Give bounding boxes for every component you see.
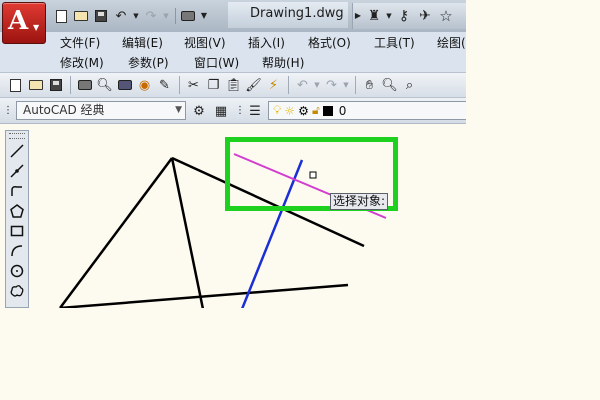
workspace-settings-icon[interactable]: ⚙ bbox=[190, 102, 208, 120]
document-title: Drawing1.dwg bbox=[250, 6, 344, 21]
separator bbox=[355, 76, 356, 94]
info-center-expand-icon[interactable]: ▶ bbox=[353, 6, 363, 26]
redo-dropdown-icon[interactable]: ▼ bbox=[342, 76, 350, 95]
arc-tool-icon[interactable] bbox=[6, 241, 28, 261]
viewport-freeze-icon: ⚙ bbox=[298, 103, 309, 118]
polygon-tool-icon[interactable] bbox=[6, 201, 28, 221]
select-objects-tooltip: 选择对象: bbox=[330, 193, 389, 210]
menu-row-2: 修改(M) 参数(P) 窗口(W) 帮助(H) bbox=[60, 54, 304, 71]
rectangle-tool-icon[interactable] bbox=[6, 221, 28, 241]
application-menu-button[interactable]: A ▼ bbox=[2, 2, 46, 44]
color-swatch-icon bbox=[322, 105, 333, 116]
cut-icon[interactable]: ✂ bbox=[184, 76, 203, 95]
redo-icon[interactable]: ↷ bbox=[142, 7, 160, 25]
block-editor-icon[interactable]: ⚡ bbox=[264, 76, 283, 95]
layer-dropdown[interactable]: 💡︎ ☼ ⚙ 🔓︎ 0 bbox=[268, 101, 466, 120]
print-preview-icon[interactable]: 🔍︎ bbox=[95, 76, 114, 95]
redo-icon[interactable]: ↷ bbox=[322, 76, 341, 95]
print-icon[interactable] bbox=[75, 76, 94, 95]
construction-line-tool-icon[interactable] bbox=[6, 161, 28, 181]
chevron-down-icon: ▼ bbox=[175, 105, 182, 115]
new-doc-icon[interactable] bbox=[6, 76, 25, 95]
workspace-dropdown[interactable]: AutoCAD 经典 ▼ bbox=[16, 101, 186, 120]
menu-row-1: 文件(F) 编辑(E) 视图(V) 插入(I) 格式(O) 工具(T) 绘图( bbox=[60, 34, 466, 51]
undo-icon[interactable]: ↶ bbox=[293, 76, 312, 95]
copy-icon[interactable]: ❐ bbox=[204, 76, 223, 95]
autocad-window: ↶ ▼ ↷ ▼ ▼ Drawing1.dwg ▶ ♜ ▼ ⚷ ✈ ☆ A ▼ 文… bbox=[0, 0, 466, 308]
undo-icon[interactable]: ↶ bbox=[112, 7, 130, 25]
redo-dropdown-icon[interactable]: ▼ bbox=[162, 7, 170, 25]
sun-icon: ☼ bbox=[284, 103, 296, 118]
separator bbox=[179, 76, 180, 94]
print-icon[interactable] bbox=[179, 7, 197, 25]
new-doc-icon[interactable] bbox=[52, 7, 70, 25]
zoom-window-icon[interactable]: ⌕ bbox=[400, 76, 419, 95]
undo-dropdown-icon[interactable]: ▼ bbox=[313, 76, 321, 95]
menu-draw[interactable]: 绘图( bbox=[437, 34, 466, 51]
autocad-logo-letter: A bbox=[8, 6, 29, 36]
draw-toolbar bbox=[5, 130, 29, 308]
layer-name: 0 bbox=[338, 103, 347, 118]
markup-icon[interactable]: ✎ bbox=[155, 76, 174, 95]
layer-properties-icon[interactable]: ☰ bbox=[246, 102, 264, 120]
workspace-layers-toolbar: ⋮ AutoCAD 经典 ▼ ⚙ ▦ ⋮ ☰ 💡︎ ☼ ⚙ 🔓︎ 0 bbox=[0, 98, 466, 124]
menu-view[interactable]: 视图(V) bbox=[184, 34, 248, 51]
paste-icon[interactable]: 📋︎ bbox=[224, 76, 243, 95]
separator bbox=[70, 76, 71, 94]
toolbar-grip[interactable] bbox=[9, 133, 25, 139]
circle-tool-icon[interactable] bbox=[6, 261, 28, 281]
zoom-icon[interactable]: 🔍︎ bbox=[380, 76, 399, 95]
save-icon[interactable] bbox=[46, 76, 65, 95]
lightbulb-icon: 💡︎ bbox=[273, 103, 282, 117]
publish-icon[interactable] bbox=[115, 76, 134, 95]
undo-dropdown-icon[interactable]: ▼ bbox=[132, 7, 140, 25]
drawing-line[interactable] bbox=[58, 157, 174, 308]
customize-dropdown-icon[interactable]: ▼ bbox=[199, 7, 209, 25]
toolbar-grip[interactable]: ⋮ bbox=[235, 102, 245, 120]
quick-access-toolbar: ↶ ▼ ↷ ▼ ▼ bbox=[52, 5, 211, 27]
standard-toolbar: 🔍︎ ◉ ✎ ✂ ❐ 📋︎ 🖌︎ ⚡ ↶ ▼ ↷ ▼ ✋︎ 🔍︎ ⌕ bbox=[0, 72, 466, 98]
menu-edit[interactable]: 编辑(E) bbox=[122, 34, 184, 51]
open-folder-icon[interactable] bbox=[72, 7, 90, 25]
workspace-save-icon[interactable]: ▦ bbox=[212, 102, 230, 120]
polyline-tool-icon[interactable] bbox=[6, 181, 28, 201]
3d-dwf-icon[interactable]: ◉ bbox=[135, 76, 154, 95]
menu-bar: 文件(F) 编辑(E) 视图(V) 插入(I) 格式(O) 工具(T) 绘图( … bbox=[0, 32, 466, 72]
match-properties-icon[interactable]: 🖌︎ bbox=[244, 76, 263, 95]
workspace-value: AutoCAD 经典 bbox=[23, 103, 105, 117]
key-icon[interactable]: ⚷ bbox=[394, 6, 414, 26]
open-folder-icon[interactable] bbox=[26, 76, 45, 95]
pan-icon[interactable]: ✋︎ bbox=[360, 76, 379, 95]
separator bbox=[288, 76, 289, 94]
star-icon[interactable]: ☆ bbox=[436, 6, 456, 26]
drawing-line[interactable] bbox=[59, 283, 349, 308]
revision-cloud-tool-icon[interactable] bbox=[6, 281, 28, 301]
menu-format[interactable]: 格式(O) bbox=[308, 34, 374, 51]
separator bbox=[175, 8, 176, 24]
save-icon[interactable] bbox=[92, 7, 110, 25]
search-dropdown-icon[interactable]: ▼ bbox=[385, 6, 393, 26]
menu-tools[interactable]: 工具(T) bbox=[374, 34, 437, 51]
satellite-icon[interactable]: ✈ bbox=[415, 6, 435, 26]
toolbar-grip[interactable]: ⋮ bbox=[3, 102, 13, 120]
menu-modify[interactable]: 修改(M) bbox=[60, 54, 128, 71]
menu-insert[interactable]: 插入(I) bbox=[248, 34, 308, 51]
binoculars-icon[interactable]: ♜ bbox=[364, 6, 384, 26]
info-center: ▶ ♜ ▼ ⚷ ✈ ☆ bbox=[352, 3, 466, 29]
title-bar: ↶ ▼ ↷ ▼ ▼ Drawing1.dwg ▶ ♜ ▼ ⚷ ✈ ☆ bbox=[0, 0, 466, 32]
chevron-down-icon: ▼ bbox=[33, 23, 40, 32]
menu-help[interactable]: 帮助(H) bbox=[262, 54, 304, 71]
menu-parametric[interactable]: 参数(P) bbox=[128, 54, 194, 71]
drawing-line[interactable] bbox=[170, 157, 205, 308]
menu-file[interactable]: 文件(F) bbox=[60, 34, 122, 51]
menu-window[interactable]: 窗口(W) bbox=[194, 54, 262, 71]
line-tool-icon[interactable] bbox=[6, 141, 28, 161]
lock-icon: 🔓︎ bbox=[311, 103, 320, 117]
